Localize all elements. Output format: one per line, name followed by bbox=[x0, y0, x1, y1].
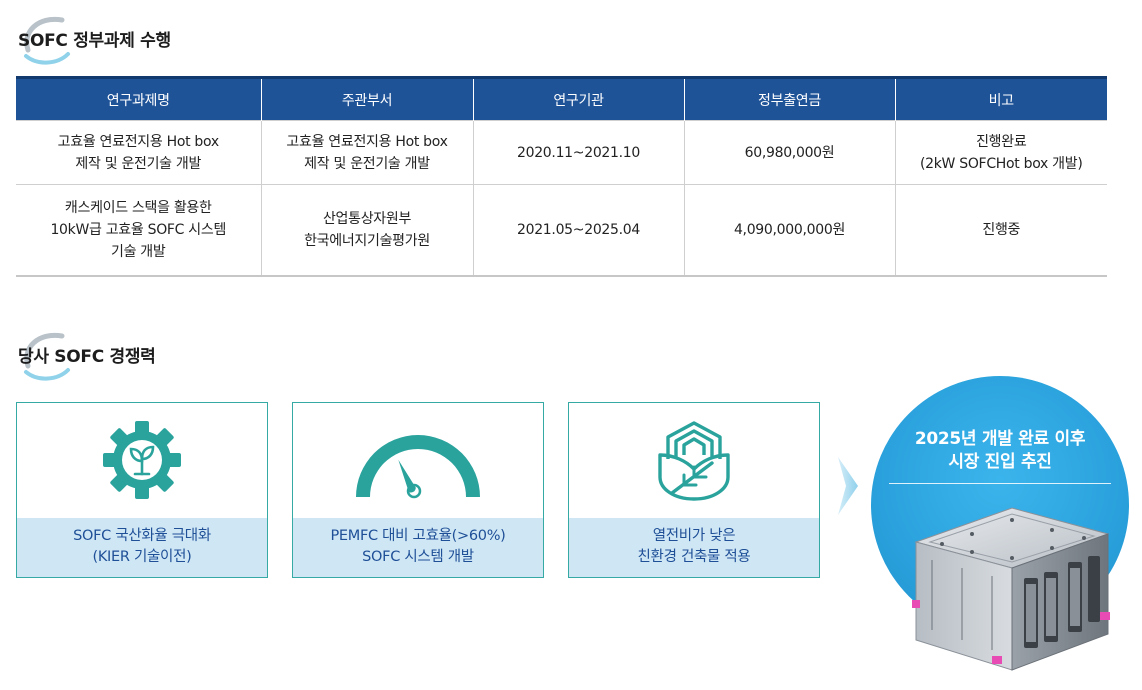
cell-line: 캐스케이드 스택을 활용한 bbox=[64, 200, 212, 216]
department-cell: 고효율 연료전지용 Hot box 제작 및 운전기술 개발 bbox=[260, 120, 473, 185]
period-cell: 2021.05~2025.04 bbox=[472, 184, 684, 276]
government-projects-table: 연구과제명 주관부서 연구기관 정부출연금 비고 고효율 연료전지용 Hot b… bbox=[16, 76, 1107, 277]
note-cell: 진행중 bbox=[894, 184, 1107, 276]
cell-line: 고효율 연료전지용 Hot box bbox=[286, 133, 448, 150]
column-header: 비고 bbox=[894, 76, 1107, 121]
card-label-line: 친환경 건축물 적용 bbox=[637, 549, 751, 565]
highlight-divider bbox=[889, 483, 1111, 484]
cell-line: (2kW SOFCHot box 개발) bbox=[919, 155, 1083, 172]
project-name-cell: 캐스케이드 스택을 활용한 10kW급 고효율 SOFC 시스템 기술 개발 bbox=[16, 184, 261, 276]
card-label-line: PEMFC 대비 고효율(>60%) bbox=[330, 528, 506, 544]
cell-line: 고효율 연료전지용 Hot box bbox=[57, 133, 219, 150]
gauge-icon bbox=[356, 435, 480, 499]
chevron-right-icon bbox=[838, 457, 858, 515]
eco-building-icon bbox=[658, 421, 730, 501]
cell-line: 제작 및 운전기술 개발 bbox=[304, 155, 430, 172]
cell-line: 한국에너지기술평가원 bbox=[304, 233, 430, 249]
sofc-hotbox-image bbox=[912, 507, 1110, 671]
project-name-cell: 고효율 연료전지용 Hot box 제작 및 운전기술 개발 bbox=[16, 120, 261, 185]
table-header-row: 연구과제명 주관부서 연구기관 정부출연금 비고 bbox=[16, 76, 1107, 121]
section-title: 당사 SOFC 경쟁력 bbox=[18, 347, 156, 367]
card-icon-wrap bbox=[293, 419, 543, 519]
note-cell: 진행완료 (2kW SOFCHot box 개발) bbox=[894, 120, 1107, 185]
cell-line: 2021.05~2025.04 bbox=[516, 222, 641, 238]
highlight-line: 시장 진입 추진 bbox=[948, 452, 1052, 472]
column-header: 정부출연금 bbox=[683, 76, 895, 121]
cell-line: 제작 및 운전기술 개발 bbox=[75, 155, 202, 172]
card-label: SOFC 국산화율 극대화 (KIER 기술이전) bbox=[17, 518, 267, 577]
feature-card-efficiency: PEMFC 대비 고효율(>60%) SOFC 시스템 개발 bbox=[292, 402, 544, 578]
cell-line: 진행완료 bbox=[976, 133, 1027, 150]
period-cell: 2020.11~2021.10 bbox=[472, 120, 684, 185]
gear-plant-icon bbox=[103, 421, 181, 499]
cell-line: 진행중 bbox=[982, 222, 1021, 238]
card-label-line: SOFC 국산화율 극대화 bbox=[73, 528, 211, 544]
cell-line: 4,090,000,000원 bbox=[733, 222, 846, 238]
column-header: 연구기관 bbox=[472, 76, 684, 121]
department-cell: 산업통상자원부 한국에너지기술평가원 bbox=[260, 184, 473, 276]
card-label-line: (KIER 기술이전) bbox=[92, 549, 192, 565]
card-icon-wrap bbox=[569, 419, 819, 519]
feature-card-localization: SOFC 국산화율 극대화 (KIER 기술이전) bbox=[16, 402, 268, 578]
cell-line: 기술 개발 bbox=[111, 244, 166, 260]
card-label-line: 열전비가 낮은 bbox=[652, 528, 736, 544]
card-label: 열전비가 낮은 친환경 건축물 적용 bbox=[569, 518, 819, 577]
table-row: 고효율 연료전지용 Hot box 제작 및 운전기술 개발 고효율 연료전지용… bbox=[16, 120, 1107, 185]
table-row: 캐스케이드 스택을 활용한 10kW급 고효율 SOFC 시스템 기술 개발 산… bbox=[16, 184, 1107, 276]
fund-cell: 60,980,000원 bbox=[683, 120, 895, 185]
fund-cell: 4,090,000,000원 bbox=[683, 184, 895, 276]
column-header: 연구과제명 bbox=[16, 76, 261, 121]
highlight-line: 2025년 개발 완료 이후 bbox=[914, 429, 1086, 449]
card-label: PEMFC 대비 고효율(>60%) SOFC 시스템 개발 bbox=[293, 518, 543, 577]
section-title: SOFC 정부과제 수행 bbox=[18, 31, 171, 51]
column-header: 주관부서 bbox=[260, 76, 473, 121]
highlight-text: 2025년 개발 완료 이후 시장 진입 추진 bbox=[871, 428, 1129, 474]
cell-line: 10kW급 고효율 SOFC 시스템 bbox=[50, 222, 227, 238]
cell-line: 60,980,000원 bbox=[744, 144, 835, 161]
card-label-line: SOFC 시스템 개발 bbox=[362, 549, 474, 565]
cell-line: 2020.11~2021.10 bbox=[516, 144, 641, 161]
feature-card-eco-building: 열전비가 낮은 친환경 건축물 적용 bbox=[568, 402, 820, 578]
cell-line: 산업통상자원부 bbox=[322, 211, 412, 227]
card-icon-wrap bbox=[17, 419, 267, 519]
